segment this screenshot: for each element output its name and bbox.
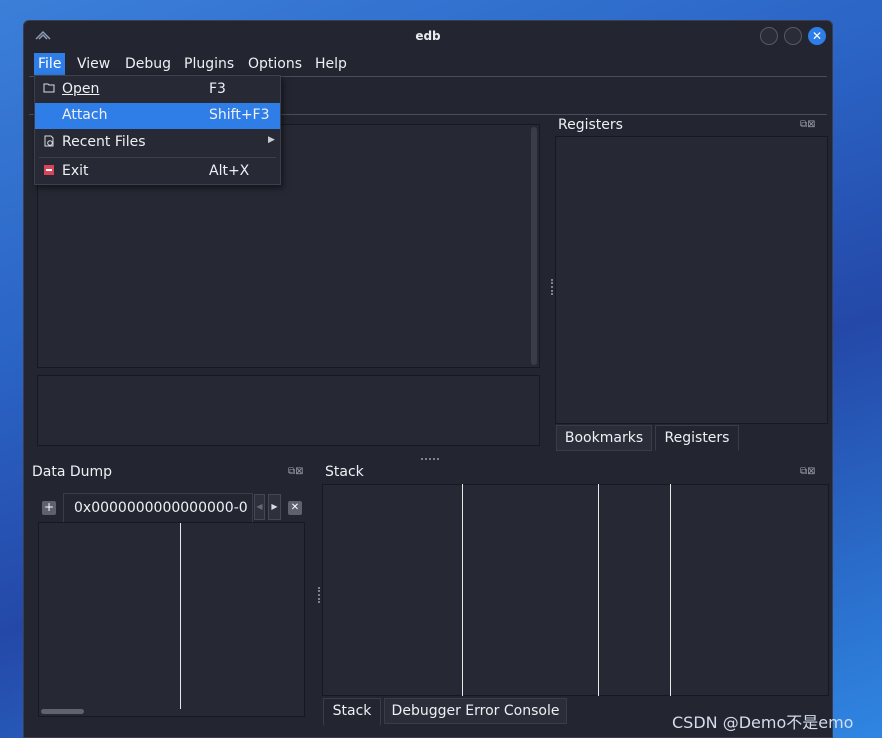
menu-item-label: Attach xyxy=(62,107,108,123)
add-tab-button[interactable]: + xyxy=(42,501,56,515)
tab-debugger-error-console[interactable]: Debugger Error Console xyxy=(384,698,567,724)
exit-icon xyxy=(42,164,56,178)
close-dock-icon[interactable]: ⊠ xyxy=(807,119,815,130)
watermark-text: CSDN @Demo不是emo xyxy=(672,713,854,732)
menu-file[interactable]: File xyxy=(34,53,66,77)
data-dump-panel[interactable] xyxy=(38,522,305,717)
close-icon: ✕ xyxy=(811,29,823,43)
stack-title: Stack xyxy=(325,464,364,480)
submenu-arrow-icon: ▶ xyxy=(268,135,275,145)
menu-plugins[interactable]: Plugins xyxy=(180,53,238,77)
tab-scroll-right-button[interactable]: ▶ xyxy=(268,494,281,520)
file-menu-dropdown: Open F3 Attach Shift+F3 Recent Files ▶ E… xyxy=(34,75,281,185)
data-dump-horizontal-scrollbar[interactable] xyxy=(41,709,84,714)
menu-item-shortcut: Alt+X xyxy=(209,163,250,179)
menu-help[interactable]: Help xyxy=(311,53,351,77)
data-dump-title: Data Dump xyxy=(32,464,113,480)
stack-column-divider xyxy=(462,484,463,696)
close-button[interactable]: ✕ xyxy=(808,27,826,45)
title-bar[interactable]: edb ✕ xyxy=(24,21,832,53)
stack-column-divider xyxy=(598,484,599,696)
folder-open-icon xyxy=(42,82,56,96)
plus-icon: + xyxy=(43,500,55,514)
menu-view[interactable]: View xyxy=(73,53,114,77)
close-tab-button[interactable]: ✕ xyxy=(288,501,302,515)
menu-item-shortcut: F3 xyxy=(209,81,226,97)
menu-item-open[interactable]: Open F3 xyxy=(35,77,280,103)
registers-title: Registers xyxy=(558,117,623,133)
close-dock-icon[interactable]: ⊠ xyxy=(295,466,303,477)
registers-dock-controls[interactable]: ⧉⊠ xyxy=(800,119,816,130)
menu-debug[interactable]: Debug xyxy=(121,53,175,77)
menu-item-label: Recent Files xyxy=(62,134,146,150)
menu-bar: File View Debug Plugins Options Help xyxy=(24,53,832,77)
recent-files-icon xyxy=(42,135,56,149)
close-icon: ✕ xyxy=(290,502,300,513)
stack-panel[interactable] xyxy=(322,484,829,696)
window-title: edb xyxy=(415,29,441,43)
stack-column-divider xyxy=(670,484,671,696)
data-dump-column-divider xyxy=(180,523,181,709)
arrow-right-icon: ▶ xyxy=(271,502,278,511)
menu-item-shortcut: Shift+F3 xyxy=(209,107,270,123)
menu-item-recent-files[interactable]: Recent Files ▶ xyxy=(35,130,280,156)
minimize-button[interactable] xyxy=(760,27,778,45)
menu-item-label: Exit xyxy=(62,163,89,179)
menu-item-exit[interactable]: Exit Alt+X xyxy=(35,159,280,185)
close-dock-icon[interactable]: ⊠ xyxy=(807,466,815,477)
tab-stack[interactable]: Stack xyxy=(323,698,381,726)
cpu-status-panel xyxy=(37,375,540,446)
menu-item-attach[interactable]: Attach Shift+F3 xyxy=(35,103,280,129)
horizontal-splitter-handle[interactable] xyxy=(421,458,439,460)
vertical-splitter-handle[interactable] xyxy=(551,279,553,295)
maximize-button[interactable] xyxy=(784,27,802,45)
tab-scroll-left-button[interactable]: ◀ xyxy=(254,494,265,520)
bottom-splitter-handle[interactable] xyxy=(318,587,320,603)
menu-options[interactable]: Options xyxy=(244,53,306,77)
tab-registers[interactable]: Registers xyxy=(655,425,739,451)
data-dump-dock-controls[interactable]: ⧉⊠ xyxy=(288,466,304,477)
data-dump-tab[interactable]: 0x0000000000000000-0 xyxy=(63,493,253,523)
arrow-left-icon: ◀ xyxy=(256,502,263,511)
menu-separator xyxy=(39,157,276,158)
tab-bookmarks[interactable]: Bookmarks xyxy=(556,425,652,451)
registers-panel[interactable] xyxy=(555,136,828,424)
cpu-view-scrollbar[interactable] xyxy=(531,127,537,365)
menu-item-label: Open xyxy=(62,81,100,97)
stack-dock-controls[interactable]: ⧉⊠ xyxy=(800,466,816,477)
